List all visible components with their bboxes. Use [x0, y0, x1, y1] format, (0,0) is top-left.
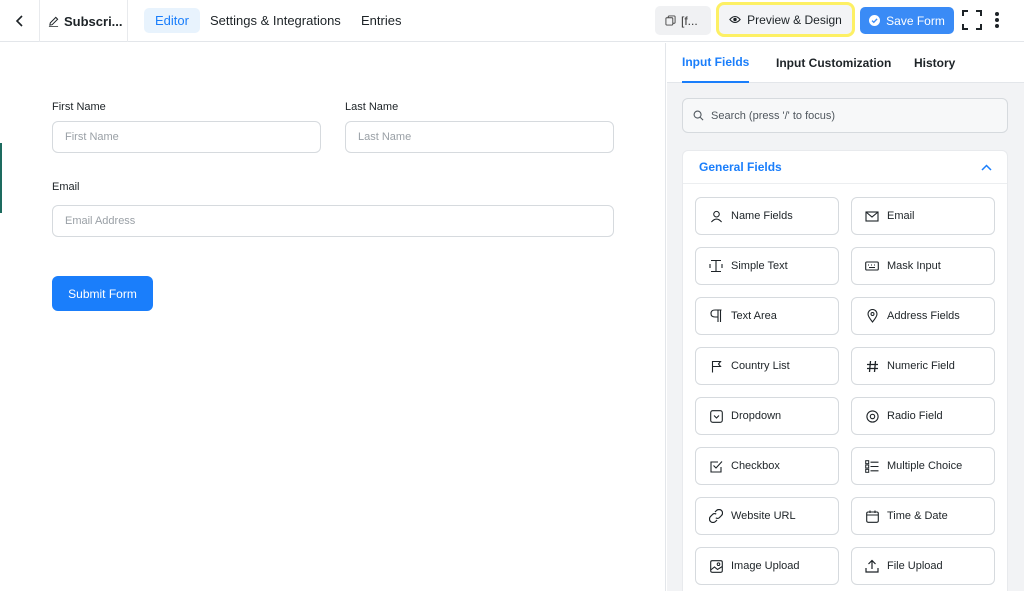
- fields-panel: Input Fields Input Customization History…: [667, 43, 1024, 591]
- upload-icon: [865, 559, 879, 573]
- field-label-country-list: Country List: [731, 360, 790, 372]
- email-input[interactable]: [52, 205, 614, 237]
- field-label-radio-field: Radio Field: [887, 410, 943, 422]
- fullscreen-button[interactable]: [962, 10, 982, 30]
- save-form-label: Save Form: [886, 13, 945, 28]
- form-title[interactable]: Subscri...: [40, 0, 128, 42]
- field-label-simple-text: Simple Text: [731, 260, 788, 272]
- form-canvas: First Name Last Name Email Submit Form: [0, 43, 666, 591]
- field-label-image-upload: Image Upload: [731, 560, 800, 572]
- preview-design-button[interactable]: Preview & Design: [716, 2, 855, 37]
- fullscreen-icon: [962, 10, 982, 30]
- field-label-multiple-choice: Multiple Choice: [887, 460, 963, 472]
- top-bar: Subscri... Editor Settings & Integration…: [0, 0, 1024, 42]
- canvas-edge-marker: [0, 143, 2, 213]
- field-mask-input[interactable]: Mask Input: [851, 247, 995, 285]
- email-label: Email: [52, 181, 80, 193]
- shortcode-label: [f...: [681, 13, 698, 28]
- flag-icon: [709, 359, 723, 373]
- field-label-dropdown: Dropdown: [731, 410, 782, 422]
- field-label-numeric-field: Numeric Field: [887, 360, 955, 372]
- panel-tabs: Input Fields Input Customization History: [667, 43, 1024, 83]
- tab-input-customization[interactable]: Input Customization: [776, 43, 891, 83]
- save-form-button[interactable]: Save Form: [860, 7, 954, 34]
- general-fields-title: General Fields: [699, 160, 782, 174]
- last-name-label: Last Name: [345, 101, 399, 113]
- more-dot-icon: [995, 12, 999, 16]
- paragraph-icon: [709, 309, 723, 323]
- preview-design-label: Preview & Design: [747, 12, 842, 27]
- hash-icon: [865, 359, 879, 373]
- field-email[interactable]: Email: [851, 197, 995, 235]
- more-options-button[interactable]: [990, 10, 1004, 30]
- more-dot-icon: [995, 18, 999, 22]
- tab-settings-integrations[interactable]: Settings & Integrations: [199, 8, 352, 33]
- field-radio-field[interactable]: Radio Field: [851, 397, 995, 435]
- field-name-fields[interactable]: Name Fields: [695, 197, 839, 235]
- first-name-label: First Name: [52, 101, 106, 113]
- field-dropdown[interactable]: Dropdown: [695, 397, 839, 435]
- field-label-name-fields: Name Fields: [731, 210, 793, 222]
- field-country-list[interactable]: Country List: [695, 347, 839, 385]
- field-search-input[interactable]: Search (press '/' to focus): [682, 98, 1008, 133]
- field-file-upload[interactable]: File Upload: [851, 547, 995, 585]
- field-label-time-date: Time & Date: [887, 510, 948, 522]
- tab-history[interactable]: History: [914, 43, 955, 83]
- search-icon: [693, 110, 704, 121]
- eye-icon: [729, 15, 741, 24]
- link-icon: [709, 509, 723, 523]
- list-icon: [865, 459, 879, 473]
- tab-input-fields[interactable]: Input Fields: [682, 43, 750, 83]
- field-label-file-upload: File Upload: [887, 560, 943, 572]
- dropdown-icon: [709, 409, 723, 423]
- back-button[interactable]: [0, 0, 40, 42]
- field-label-address-fields: Address Fields: [887, 310, 960, 322]
- field-numeric-field[interactable]: Numeric Field: [851, 347, 995, 385]
- pencil-icon: [48, 16, 59, 27]
- general-fields-header[interactable]: General Fields: [683, 151, 1007, 184]
- map-pin-icon: [865, 309, 879, 323]
- field-address-fields[interactable]: Address Fields: [851, 297, 995, 335]
- tab-editor[interactable]: Editor: [144, 8, 200, 33]
- field-label-mask-input: Mask Input: [887, 260, 941, 272]
- form-title-text: Subscri...: [64, 13, 123, 29]
- field-image-upload[interactable]: Image Upload: [695, 547, 839, 585]
- image-icon: [709, 559, 723, 573]
- field-label-website-url: Website URL: [731, 510, 796, 522]
- last-name-input[interactable]: [345, 121, 614, 153]
- copy-icon: [665, 15, 676, 26]
- search-placeholder: Search (press '/' to focus): [711, 109, 836, 122]
- tab-entries[interactable]: Entries: [350, 8, 412, 33]
- field-website-url[interactable]: Website URL: [695, 497, 839, 535]
- general-fields-section: General Fields Name Fields Email Simple …: [682, 150, 1008, 591]
- chevron-up-icon: [981, 163, 992, 171]
- field-label-checkbox: Checkbox: [731, 460, 780, 472]
- checkbox-icon: [709, 459, 723, 473]
- field-label-text-area: Text Area: [731, 310, 777, 322]
- field-multiple-choice[interactable]: Multiple Choice: [851, 447, 995, 485]
- field-label-email: Email: [887, 210, 915, 222]
- more-dot-icon: [995, 24, 999, 28]
- field-checkbox[interactable]: Checkbox: [695, 447, 839, 485]
- field-text-area[interactable]: Text Area: [695, 297, 839, 335]
- field-time-date[interactable]: Time & Date: [851, 497, 995, 535]
- submit-form-button[interactable]: Submit Form: [52, 276, 153, 311]
- shortcode-button[interactable]: [f...: [655, 6, 711, 35]
- field-simple-text[interactable]: Simple Text: [695, 247, 839, 285]
- check-circle-icon: [869, 15, 881, 26]
- keyboard-icon: [865, 259, 879, 273]
- first-name-input[interactable]: [52, 121, 321, 153]
- calendar-icon: [865, 509, 879, 523]
- chevron-left-icon: [15, 15, 23, 27]
- envelope-icon: [865, 209, 879, 223]
- user-icon: [709, 209, 723, 223]
- radio-icon: [865, 409, 879, 423]
- text-cursor-icon: [709, 259, 723, 273]
